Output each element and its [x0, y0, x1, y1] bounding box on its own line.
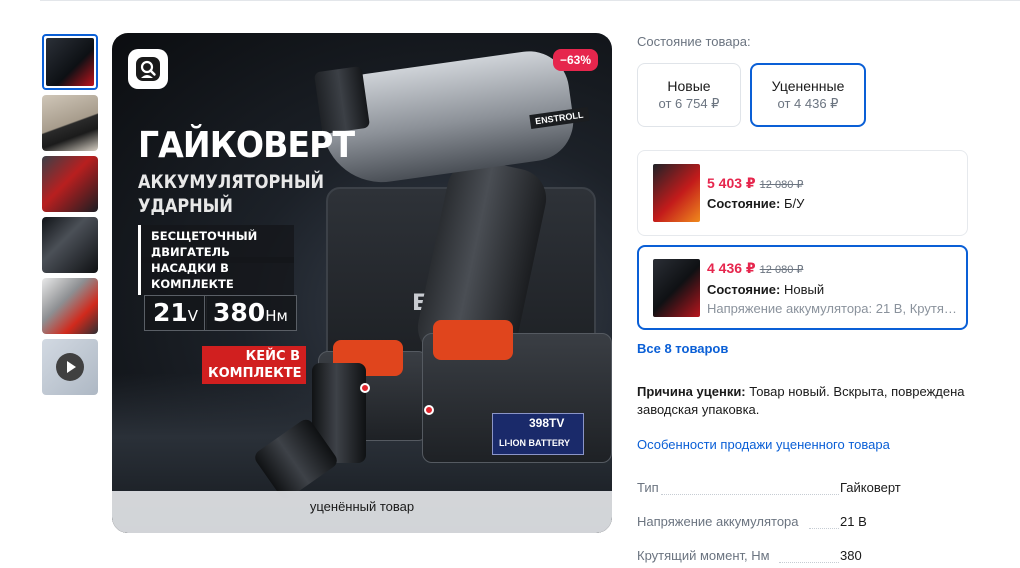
battery-label: 398TV LI-ION BATTERY: [492, 413, 584, 455]
offer-specs: Напряжение аккумулятора: 21 В, Крутящий …: [707, 301, 962, 316]
battery-type: LI-ION BATTERY: [499, 438, 570, 448]
offer-price: 4 436 ₽12 080 ₽: [707, 260, 804, 276]
condition-label: Состояние товара:: [637, 34, 751, 49]
characteristic-row: Тип Гайковерт: [637, 480, 937, 498]
condition-name: Уцененные: [771, 78, 845, 94]
reason-label: Причина уценки:: [637, 384, 746, 399]
offer-state: Состояние: Новый: [707, 282, 825, 297]
condition-price: от 6 754 ₽: [658, 96, 720, 111]
spec-voltage: 21V: [144, 295, 208, 331]
image-subline: АККУМУЛЯТОРНЫЙ: [138, 171, 325, 193]
visual-search-button[interactable]: [128, 49, 168, 89]
image-feature: НАСАДКИ В КОМПЛЕКТЕ: [138, 257, 294, 295]
characteristic-value: 380: [840, 548, 862, 563]
callout-dot: [360, 383, 370, 393]
condition-option-new[interactable]: Новые от 6 754 ₽: [637, 63, 741, 127]
thumbnail-image: [42, 156, 98, 212]
play-icon: [56, 353, 84, 381]
offer-price: 5 403 ₽12 080 ₽: [707, 175, 804, 191]
thumbnail-3[interactable]: [42, 156, 98, 212]
characteristic-key: Крутящий момент, Нм: [637, 548, 772, 563]
characteristic-value: 21 В: [840, 514, 867, 529]
characteristic-row: Напряжение аккумулятора 21 В: [637, 514, 937, 532]
top-divider: [40, 0, 1020, 1]
caption-text: уценённый товар: [309, 499, 415, 514]
visual-search-icon: [136, 57, 160, 81]
condition-price: от 4 436 ₽: [777, 96, 839, 111]
discount-features-link[interactable]: Особенности продажи уцененного товара: [637, 437, 890, 452]
thumbnail-image: [46, 38, 94, 86]
offer-card[interactable]: 5 403 ₽12 080 ₽ Состояние: Б/У: [637, 150, 968, 236]
image-caption: уценённый товар: [112, 491, 612, 533]
dotted-leader: [809, 528, 839, 529]
thumbnail-4[interactable]: [42, 217, 98, 273]
discount-badge: −63%: [552, 49, 598, 71]
image-subline: УДАРНЫЙ: [138, 195, 233, 217]
condition-name: Новые: [667, 78, 711, 94]
all-products-link[interactable]: Все 8 товаров: [637, 341, 728, 356]
thumbnail-1[interactable]: [42, 34, 98, 90]
offer-card[interactable]: 4 436 ₽12 080 ₽ Состояние: Новый Напряже…: [637, 245, 968, 330]
dotted-leader: [661, 494, 839, 495]
thumbnail-video[interactable]: [42, 339, 98, 395]
offer-old-price: 12 080 ₽: [759, 264, 804, 276]
thumbnail-5[interactable]: [42, 278, 98, 334]
thumbnail-2[interactable]: [42, 95, 98, 151]
characteristic-value: Гайковерт: [840, 480, 901, 495]
offer-thumbnail: [653, 259, 700, 317]
characteristic-key: Напряжение аккумулятора: [637, 514, 801, 529]
characteristic-key: Тип: [637, 480, 661, 495]
offer-state: Состояние: Б/У: [707, 196, 805, 211]
condition-option-discounted[interactable]: Уцененные от 4 436 ₽: [750, 63, 866, 127]
case-badge: КЕЙС В КОМПЛЕКТЕ: [202, 346, 306, 384]
offer-thumbnail: [653, 164, 700, 222]
thumbnail-image: [42, 95, 98, 151]
spec-torque: 380Нм: [204, 295, 297, 331]
main-product-image[interactable]: ENST ENSTROLL 398TV LI-ION BATTERY ГАЙКО…: [112, 33, 612, 533]
image-headline: ГАЙКОВЕРТ: [138, 125, 355, 166]
battery-model: 398TV: [529, 416, 565, 430]
characteristic-row: Крутящий момент, Нм 380: [637, 548, 937, 566]
dotted-leader: [779, 562, 839, 563]
thumbnail-image: [42, 278, 98, 334]
tool-anvil: [313, 65, 371, 135]
discount-reason: Причина уценки: Товар новый. Вскрыта, по…: [637, 383, 997, 419]
thumbnail-image: [42, 217, 98, 273]
offer-old-price: 12 080 ₽: [759, 179, 804, 191]
callout-dot: [424, 405, 434, 415]
